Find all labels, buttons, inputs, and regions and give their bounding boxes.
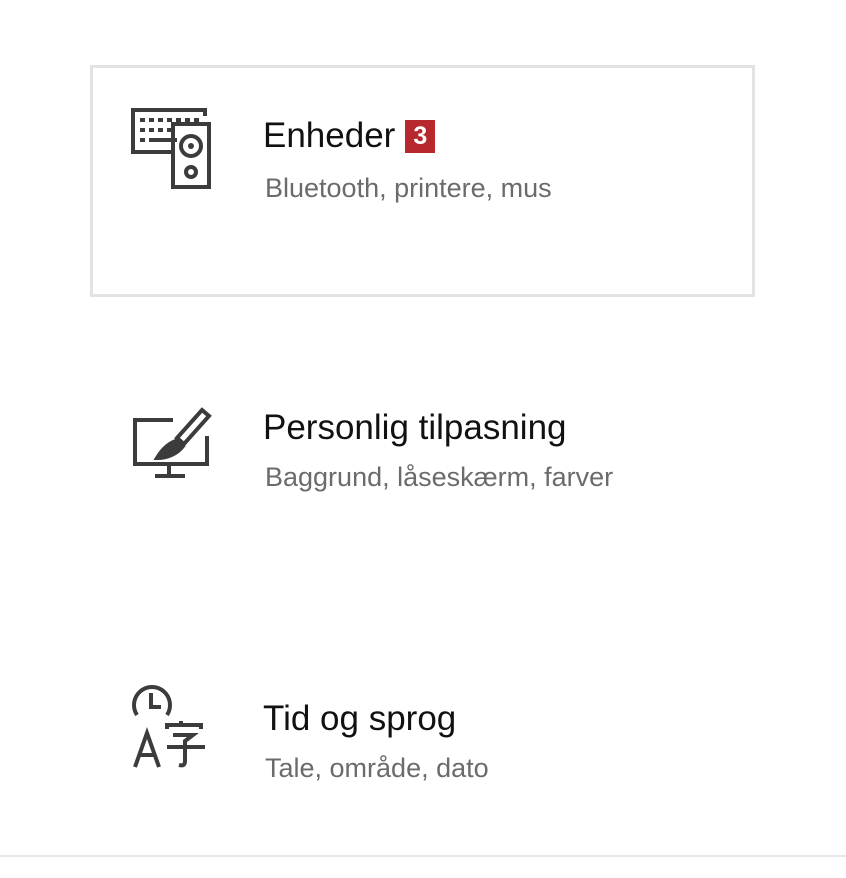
tile-devices-title-text: Enheder [263,116,396,155]
tile-devices-title: Enheder 3 [263,116,436,155]
tile-time-language-subtitle: Tale, område, dato [265,753,489,783]
step-badge: 3 [405,120,436,153]
personalization-icon [129,400,215,486]
tile-personalization-subtitle: Baggrund, låseskærm, farver [265,462,614,492]
tile-time-language-title: Tid og sprog [263,699,457,738]
devices-icon [129,106,215,192]
tile-personalization-title: Personlig tilpasning [263,408,567,447]
tile-personalization[interactable]: Personlig tilpasning Baggrund, låseskærm… [90,355,755,587]
tile-time-language[interactable]: Tid og sprog Tale, område, dato [90,646,755,878]
tile-devices[interactable]: Enheder 3 Bluetooth, printere, mus [90,65,755,297]
tile-devices-subtitle: Bluetooth, printere, mus [265,173,552,203]
bottom-divider [0,855,846,857]
time-language-icon [129,685,215,771]
